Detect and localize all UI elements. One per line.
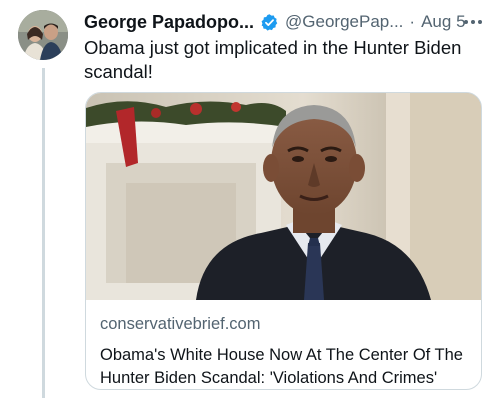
more-options-icon[interactable]: [462, 12, 484, 32]
card-headline[interactable]: Obama's White House Now At The Center Of…: [100, 344, 470, 389]
tweet-header: George Papadopo... @GeorgePap... · Aug 5: [84, 10, 484, 34]
verified-badge-icon: [261, 13, 278, 31]
author-name[interactable]: George Papadopo...: [84, 12, 254, 33]
thread-connector-line: [42, 68, 45, 398]
article-photo: [86, 93, 481, 300]
author-avatar[interactable]: [18, 10, 68, 60]
author-handle[interactable]: @GeorgePap...: [285, 12, 403, 32]
tweet-timestamp[interactable]: Aug 5: [421, 12, 465, 32]
separator-dot: ·: [409, 12, 416, 31]
card-domain: conservativebrief.com: [100, 315, 261, 333]
link-preview-card[interactable]: conservativebrief.com Obama's White Hous…: [85, 92, 482, 390]
card-meta: conservativebrief.com Obama's White Hous…: [100, 315, 470, 389]
tweet-text: Obama just got implicated in the Hunter …: [84, 37, 462, 82]
card-image[interactable]: [86, 93, 481, 300]
avatar-photo: [18, 10, 68, 60]
